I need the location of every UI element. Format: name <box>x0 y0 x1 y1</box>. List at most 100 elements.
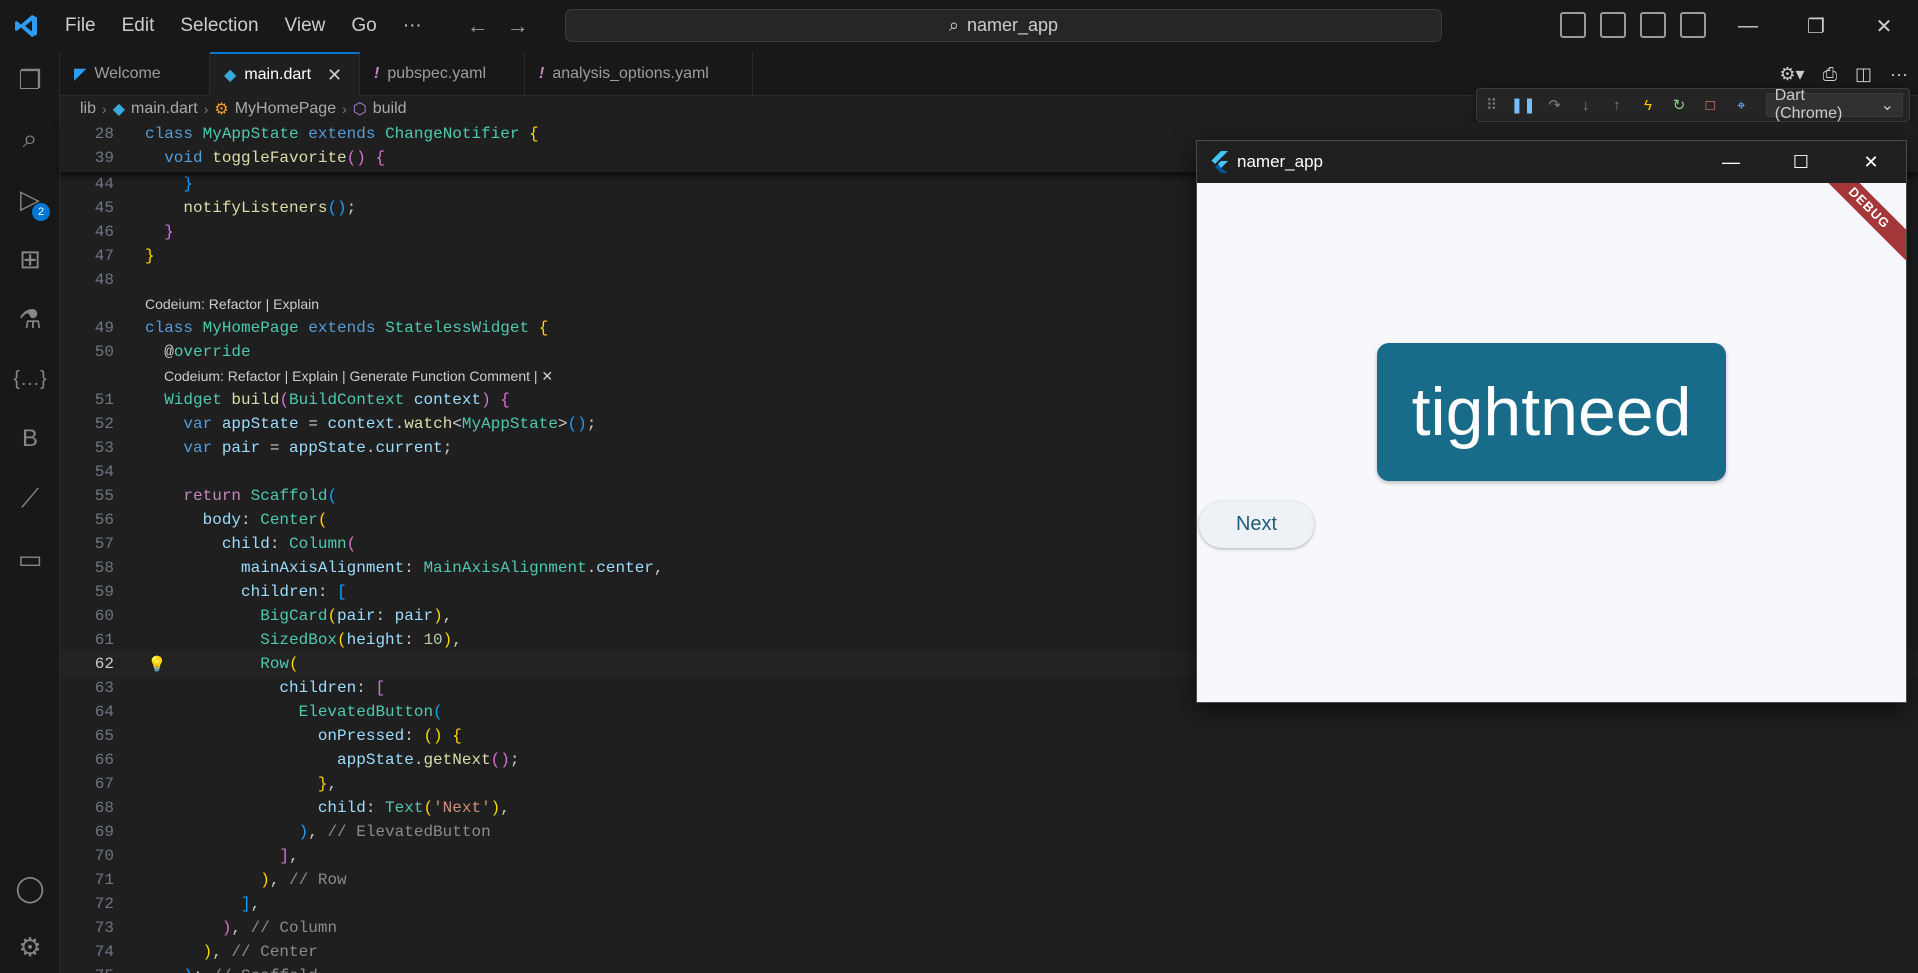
title-bar: File Edit Selection View Go ··· ← → ⌕ na… <box>0 0 1918 52</box>
line-number: 64 <box>94 703 114 721</box>
more-actions-icon[interactable]: ··· <box>1890 64 1908 85</box>
code-text: ), // Column <box>221 919 338 937</box>
customize-layout-icon[interactable] <box>1680 12 1706 38</box>
menu-go[interactable]: Go <box>338 0 389 52</box>
restore-icon[interactable]: ❐ <box>1782 0 1850 52</box>
breadcrumb-item[interactable]: main.dart <box>131 100 198 118</box>
code-text: child: Text('Next'), <box>317 799 510 817</box>
back-arrow-icon[interactable]: ← <box>465 13 491 39</box>
breadcrumb-item[interactable]: lib <box>80 100 96 118</box>
step-out-icon[interactable]: ↑ <box>1608 96 1625 114</box>
menu-selection[interactable]: Selection <box>167 0 271 52</box>
extensions-icon[interactable]: ⊞ <box>0 231 60 287</box>
close-tab-icon[interactable]: ✕ <box>327 65 342 86</box>
code-text: } <box>183 175 194 193</box>
app-minimize-icon[interactable]: — <box>1696 141 1766 183</box>
close-icon[interactable]: ✕ <box>1850 0 1918 52</box>
settings-gear-icon[interactable]: ⚙ <box>0 919 60 973</box>
code-line: 74 ), // Center <box>60 940 1918 964</box>
app-close-icon[interactable]: ✕ <box>1836 141 1906 183</box>
line-number: 73 <box>94 919 114 937</box>
toggle-primary-sidebar-icon[interactable] <box>1560 12 1586 38</box>
stop-icon[interactable]: □ <box>1702 96 1719 114</box>
search-sidebar-icon[interactable]: ⌕ <box>0 111 60 167</box>
debug-toolbar: ⠿ ❚❚ ↷ ↓ ↑ ϟ ↻ □ ⌖ Dart (Chrome) ⌄ <box>1476 87 1910 122</box>
tab-analysis-options[interactable]: ! analysis_options.yaml <box>525 52 753 96</box>
line-number: 58 <box>94 559 114 577</box>
code-text: Widget build(BuildContext context) { <box>164 391 510 409</box>
forward-arrow-icon[interactable]: → <box>505 13 531 39</box>
code-line: 72 ], <box>60 892 1918 916</box>
explorer-icon[interactable]: ❐ <box>0 52 60 108</box>
step-into-icon[interactable]: ↓ <box>1577 96 1594 114</box>
menu-file[interactable]: File <box>52 0 109 52</box>
code-text: notifyListeners(); <box>183 199 357 217</box>
menu-edit[interactable]: Edit <box>109 0 168 52</box>
codeium-lens-text[interactable]: Codeium: Refactor | Explain <box>145 296 319 312</box>
tab-welcome[interactable]: ◤ Welcome <box>60 52 210 96</box>
breadcrumb-item[interactable]: MyHomePage <box>235 100 336 118</box>
vscode-tab-icon: ◤ <box>74 66 87 83</box>
app-body: DEBUG tightneed Next <box>1197 183 1906 702</box>
class-icon: ⚙ <box>214 101 229 118</box>
app-maximize-icon[interactable]: ☐ <box>1766 141 1836 183</box>
dart-file-icon: ◆ <box>112 101 125 118</box>
code-text: appState.getNext(); <box>337 751 520 769</box>
debug-target-label: Dart (Chrome) <box>1774 87 1843 122</box>
line-number: 54 <box>94 463 114 481</box>
codeium-lens-text[interactable]: Codeium: Refactor | Explain | Generate F… <box>164 368 553 385</box>
split-editor-icon[interactable]: ◫ <box>1855 64 1872 85</box>
minimize-icon[interactable]: — <box>1714 0 1782 52</box>
tab-pubspec[interactable]: ! pubspec.yaml <box>360 52 525 96</box>
tab-label: main.dart <box>244 66 312 83</box>
line-number: 53 <box>94 439 114 457</box>
debug-badge: 2 <box>32 203 50 221</box>
code-line: 75 ); // Scaffold <box>60 964 1918 973</box>
pause-icon[interactable]: ❚❚ <box>1511 96 1536 114</box>
breadcrumb-item[interactable]: build <box>373 100 407 118</box>
b-extension-icon[interactable]: B <box>0 411 60 467</box>
code-line: 66 appState.getNext(); <box>60 748 1918 772</box>
line-number: 68 <box>94 799 114 817</box>
code-text: ), // Row <box>260 871 347 889</box>
line-number: 72 <box>94 895 114 913</box>
chevron-right-icon: › <box>203 101 209 117</box>
debug-target-select[interactable]: Dart (Chrome) ⌄ <box>1765 87 1904 122</box>
code-line: 69 ), // ElevatedButton <box>60 820 1918 844</box>
line-number: 70 <box>94 847 114 865</box>
breadcrumb: lib › ◆ main.dart › ⚙ MyHomePage › ⬡ bui… <box>60 96 407 122</box>
run-dropdown-icon[interactable]: ⚙▾ <box>1779 64 1804 85</box>
step-over-icon[interactable]: ↷ <box>1546 96 1563 114</box>
line-number: 44 <box>94 175 114 193</box>
tab-label: Welcome <box>94 65 161 82</box>
next-button[interactable]: Next <box>1199 501 1314 548</box>
flutter-icon[interactable]: ⟋ <box>0 471 60 527</box>
line-number: 47 <box>94 247 114 265</box>
testing-icon[interactable]: ⚗ <box>0 291 60 347</box>
chevron-down-icon: ⌄ <box>1880 97 1895 114</box>
line-number: 61 <box>94 631 114 649</box>
toggle-secondary-sidebar-icon[interactable] <box>1640 12 1666 38</box>
line-number: 71 <box>94 871 114 889</box>
menu-more[interactable]: ··· <box>390 0 435 52</box>
chat-icon[interactable]: ▭ <box>0 531 60 587</box>
hot-reload-icon[interactable]: ϟ <box>1639 96 1656 114</box>
run-debug-icon[interactable]: ▷ 2 <box>0 171 60 227</box>
code-text: mainAxisAlignment: MainAxisAlignment.cen… <box>241 559 664 577</box>
menu-bar: File Edit Selection View Go ··· <box>52 0 435 52</box>
tab-main-dart[interactable]: ◆ main.dart ✕ <box>210 52 360 96</box>
tab-label: pubspec.yaml <box>387 65 487 82</box>
account-icon[interactable]: ◯ <box>0 860 60 916</box>
code-text: ), // Center <box>202 943 318 961</box>
command-center-search[interactable]: ⌕ namer_app <box>565 9 1442 42</box>
open-devtools-icon[interactable]: ⎙ <box>1823 64 1837 85</box>
line-number: 51 <box>94 391 114 409</box>
drag-handle-icon[interactable]: ⠿ <box>1483 96 1500 114</box>
inspect-widget-icon[interactable]: ⌖ <box>1733 96 1750 114</box>
code-line: 73 ), // Column <box>60 916 1918 940</box>
json-icon[interactable]: {…} <box>0 351 60 407</box>
menu-view[interactable]: View <box>272 0 339 52</box>
code-line: 64 ElevatedButton( <box>60 700 1918 724</box>
restart-icon[interactable]: ↻ <box>1670 96 1687 114</box>
toggle-panel-icon[interactable] <box>1600 12 1626 38</box>
